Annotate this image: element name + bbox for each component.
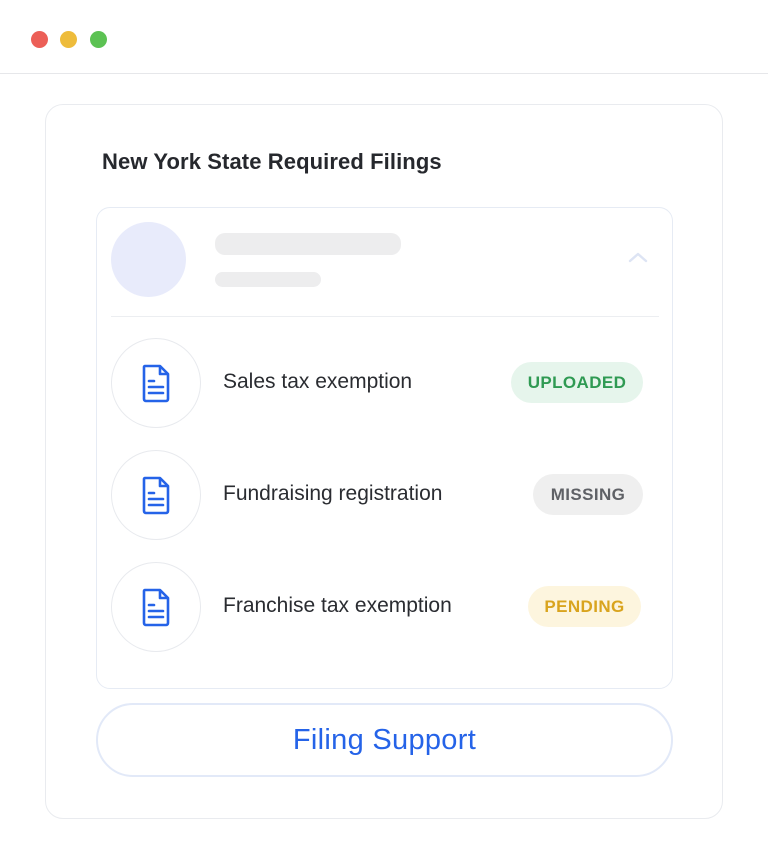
document-icon-container (111, 338, 201, 428)
filing-row-sales-tax[interactable]: Sales tax exemption UPLOADED (111, 338, 659, 428)
minimize-window-button[interactable] (60, 31, 77, 48)
document-icon-container (111, 562, 201, 652)
skeleton-title-placeholder (215, 233, 401, 255)
avatar-placeholder (111, 222, 186, 297)
filing-row-fundraising[interactable]: Fundraising registration MISSING (111, 450, 659, 540)
status-badge: PENDING (528, 586, 641, 627)
window-titlebar (0, 0, 768, 74)
close-window-button[interactable] (31, 31, 48, 48)
card-title: New York State Required Filings (102, 149, 442, 174)
filings-card: New York State Required Filings Sales ta… (45, 104, 723, 819)
panel-divider (111, 316, 659, 317)
skeleton-subtitle-placeholder (215, 272, 321, 287)
filing-label: Sales tax exemption (223, 370, 413, 393)
status-badge: UPLOADED (511, 362, 643, 403)
maximize-window-button[interactable] (90, 31, 107, 48)
filing-row-franchise-tax[interactable]: Franchise tax exemption PENDING (111, 562, 659, 652)
document-icon (142, 588, 170, 627)
filing-label: Franchise tax exemption (223, 594, 452, 617)
document-icon (142, 476, 170, 515)
status-badge: MISSING (533, 474, 643, 515)
chevron-up-icon[interactable] (627, 250, 649, 264)
filings-panel: Sales tax exemption UPLOADED Fundraising… (96, 207, 673, 689)
document-icon-container (111, 450, 201, 540)
filing-support-button[interactable]: Filing Support (96, 703, 673, 777)
filing-label: Fundraising registration (223, 482, 443, 505)
document-icon (142, 364, 170, 403)
